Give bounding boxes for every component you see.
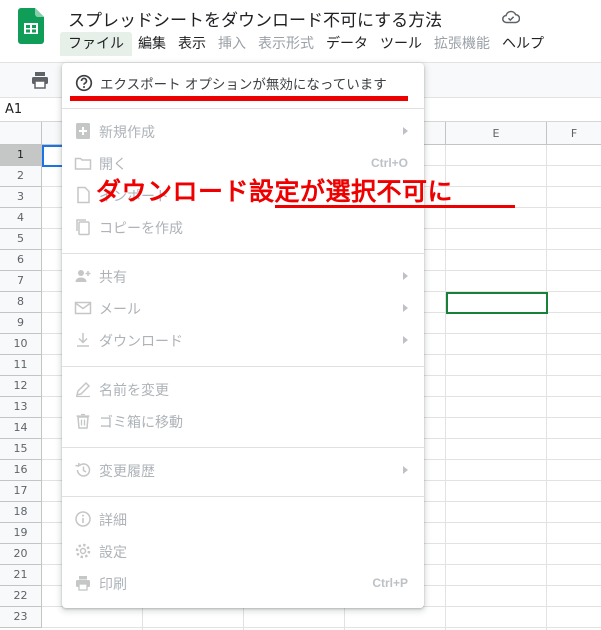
row-header-14[interactable]: 14 (0, 418, 42, 439)
annotation-underline (275, 205, 515, 208)
menu-item-label: 開く (99, 157, 127, 173)
row-header-11[interactable]: 11 (0, 355, 42, 376)
menu-item-label: メール (99, 302, 141, 318)
row-header-15[interactable]: 15 (0, 439, 42, 460)
column-header-e[interactable]: E (446, 122, 547, 145)
menu-format[interactable]: 表示形式 (252, 32, 320, 56)
new-doc-icon (76, 123, 90, 139)
menu-item-label: 詳細 (99, 513, 127, 529)
menu-bar: ファイル 編集 表示 挿入 表示形式 データ ツール 拡張機能 ヘルプ (60, 32, 550, 56)
row-header-12[interactable]: 12 (0, 376, 42, 397)
row-header-20[interactable]: 20 (0, 544, 42, 565)
menu-divider (62, 447, 424, 448)
file-menu-item-6[interactable]: メール (62, 292, 424, 324)
file-menu-item-8[interactable]: 名前を変更 (62, 373, 424, 405)
annotation-text: ダウンロード設定が選択不可に (96, 177, 454, 206)
submenu-arrow-icon (403, 304, 408, 312)
menu-extensions[interactable]: 拡張機能 (428, 32, 496, 56)
menu-help[interactable]: ヘルプ (496, 32, 550, 56)
help-circle-icon (75, 74, 93, 92)
row-header-3[interactable]: 3 (0, 187, 42, 208)
row-header-9[interactable]: 9 (0, 313, 42, 334)
cloud-saved-icon[interactable] (502, 10, 520, 24)
file-menu-item-4[interactable]: コピーを作成 (62, 211, 424, 243)
menu-item-label: ゴミ箱に移動 (99, 415, 183, 431)
info-icon (75, 511, 91, 527)
menu-tools[interactable]: ツール (374, 32, 428, 56)
row-header-17[interactable]: 17 (0, 481, 42, 502)
submenu-arrow-icon (403, 336, 408, 344)
share-person-icon (75, 270, 91, 282)
menu-item-label: 名前を変更 (99, 383, 169, 399)
menu-item-shortcut: Ctrl+P (372, 576, 408, 590)
grid-column-line (546, 145, 547, 630)
menu-item-label: 共有 (99, 270, 127, 286)
import-icon (77, 186, 90, 204)
menu-data[interactable]: データ (320, 32, 374, 56)
file-menu-item-9[interactable]: ゴミ箱に移動 (62, 405, 424, 437)
row-header-21[interactable]: 21 (0, 565, 42, 586)
row-header-10[interactable]: 10 (0, 334, 42, 355)
menu-divider (62, 496, 424, 497)
menu-view[interactable]: 表示 (172, 32, 212, 56)
row-header-4[interactable]: 4 (0, 208, 42, 229)
export-notice-label: エクスポート オプションが無効になっています (100, 77, 387, 93)
row-header-22[interactable]: 22 (0, 586, 42, 607)
file-menu-item-10[interactable]: 変更履歴 (62, 454, 424, 486)
menu-insert[interactable]: 挿入 (212, 32, 252, 56)
history-icon (75, 462, 91, 477)
menu-item-label: コピーを作成 (99, 221, 183, 237)
trash-icon (76, 413, 90, 429)
submenu-arrow-icon (403, 466, 408, 474)
menu-item-label: 新規作成 (99, 125, 155, 141)
menu-item-shortcut: Ctrl+O (370, 156, 408, 170)
red-highlight-underline (70, 96, 408, 101)
selected-cell-e8[interactable] (446, 292, 548, 314)
menu-item-label: 変更履歴 (99, 464, 155, 480)
file-menu-item-5[interactable]: 共有 (62, 260, 424, 292)
row-header-6[interactable]: 6 (0, 250, 42, 271)
file-menu-item-12[interactable]: 設定 (62, 535, 424, 567)
file-menu-dropdown: エクスポート オプションが無効になっています 新規作成 開く Ctrl+O インポート… (62, 63, 424, 608)
file-menu-item-1[interactable]: 新規作成 (62, 115, 424, 147)
menu-divider (62, 366, 424, 367)
grid-column-line (445, 145, 446, 630)
folder-icon (74, 157, 92, 170)
print-icon (76, 576, 90, 591)
row-header-8[interactable]: 8 (0, 292, 42, 313)
row-header-2[interactable]: 2 (0, 166, 42, 187)
sheets-logo-icon[interactable] (18, 8, 44, 44)
column-header-f[interactable]: F (547, 122, 601, 145)
file-menu-item-11[interactable]: 詳細 (62, 503, 424, 535)
file-menu-item-7[interactable]: ダウンロード (62, 324, 424, 356)
grid-row-line (42, 627, 601, 628)
row-header-16[interactable]: 16 (0, 460, 42, 481)
row-header-18[interactable]: 18 (0, 502, 42, 523)
row-header-7[interactable]: 7 (0, 271, 42, 292)
name-box[interactable]: A1 (5, 102, 22, 117)
menu-item-label: 設定 (99, 545, 127, 561)
menu-item-label: ダウンロード (99, 334, 183, 350)
file-menu-item-13[interactable]: 印刷 Ctrl+P (62, 567, 424, 599)
menu-item-label: 印刷 (99, 577, 127, 593)
download-icon (77, 333, 89, 347)
menu-divider (62, 253, 424, 254)
rename-icon (75, 381, 91, 398)
document-title[interactable]: スプレッドシートをダウンロード不可にする方法 (68, 6, 442, 31)
mail-icon (74, 301, 92, 315)
print-icon[interactable] (31, 71, 49, 89)
submenu-arrow-icon (403, 127, 408, 135)
row-header-5[interactable]: 5 (0, 229, 42, 250)
row-header-13[interactable]: 13 (0, 397, 42, 418)
row-header-1[interactable]: 1 (0, 145, 42, 166)
copy-icon (76, 219, 90, 236)
row-header-23[interactable]: 23 (0, 607, 42, 628)
row-header-19[interactable]: 19 (0, 523, 42, 544)
submenu-arrow-icon (403, 272, 408, 280)
menu-file[interactable]: ファイル (60, 32, 132, 56)
menu-divider (62, 108, 424, 109)
select-all-corner[interactable] (0, 122, 42, 145)
gear-icon (75, 543, 91, 559)
menu-edit[interactable]: 編集 (132, 32, 172, 56)
